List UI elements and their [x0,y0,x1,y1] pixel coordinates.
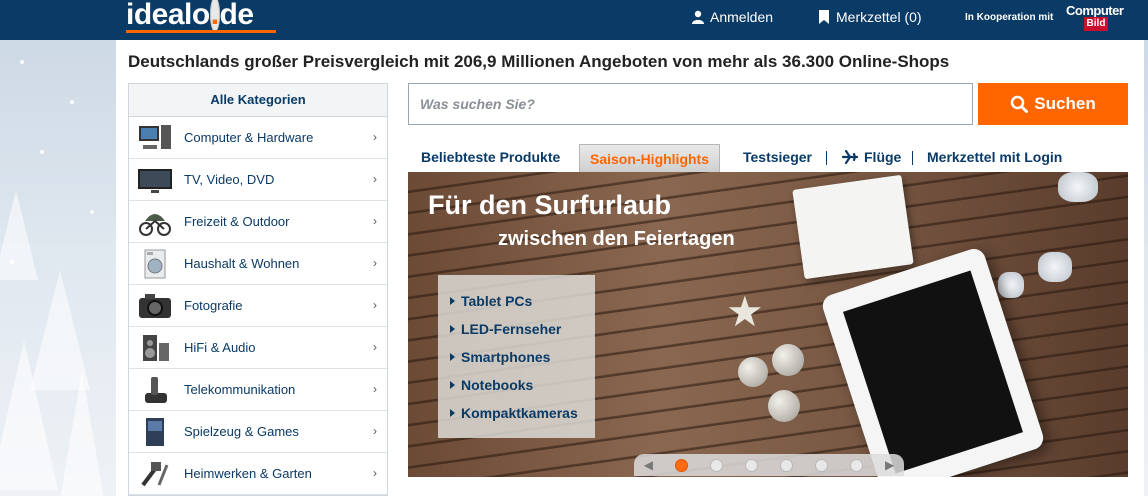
star-ornament-image: ★ [726,288,764,335]
category-freizeit-outdoor[interactable]: Freizeit & Outdoor › [129,201,387,243]
category-spielzeug-games[interactable]: Spielzeug & Games › [129,411,387,453]
washing-machine-icon [136,249,174,279]
arrow-right-icon [450,353,455,361]
carousel-dot[interactable] [780,458,793,472]
tab-separator [826,151,827,165]
arrow-right-icon [450,325,455,333]
carousel-next-icon[interactable]: ▶ [885,458,894,472]
chevron-right-icon: › [373,466,377,480]
category-hifi-audio[interactable]: HiFi & Audio › [129,327,387,369]
category-sidebar: Alle Kategorien Computer & Hardware › TV… [128,83,388,496]
tab-beliebteste-produkte[interactable]: Beliebteste Produkte [421,142,560,172]
tab-saison-highlights[interactable]: Saison-Highlights [579,144,720,172]
chevron-right-icon: › [373,340,377,354]
tab-bar: Beliebteste Produkte Saison-Highlights T… [408,142,1128,172]
phone-icon [136,375,174,405]
category-telekommunikation[interactable]: Telekommunikation › [129,369,387,411]
banner-link-kompaktkameras[interactable]: Kompaktkameras [438,399,595,427]
cooperation-label: In Kooperation mit [965,12,1054,23]
carousel-prev-icon[interactable]: ◀ [644,458,653,472]
login-link[interactable]: Anmelden [692,9,773,25]
category-heimwerken-garten[interactable]: Heimwerken & Garten › [129,453,387,495]
banner-link-notebooks[interactable]: Notebooks [438,371,595,399]
arrow-right-icon [450,297,455,305]
tab-merkzettel-login[interactable]: Merkzettel mit Login [927,142,1062,172]
ornament-ball-image [768,390,800,422]
carousel-dot[interactable] [710,458,723,472]
search-input[interactable] [409,84,972,124]
idealo-logo[interactable]: idealo.de [126,0,254,34]
arrow-right-icon [450,381,455,389]
search-box [408,83,973,125]
speaker-icon [136,333,174,363]
all-categories-header[interactable]: Alle Kategorien [129,84,387,117]
page-headline: Deutschlands großer Preisvergleich mit 2… [128,52,950,71]
banner-link-tablet-pcs[interactable]: Tablet PCs [438,287,595,315]
pine-cone-image [998,272,1024,298]
main-content: Deutschlands großer Preisvergleich mit 2… [116,40,1144,496]
search-icon [1011,95,1029,113]
wishlist-link[interactable]: Merkzettel (0) [818,9,922,25]
chevron-right-icon: › [373,256,377,270]
bookmark-icon [819,10,829,24]
carousel-dot[interactable] [745,458,758,472]
chevron-right-icon: › [373,214,377,228]
pine-cone-image [1038,252,1072,282]
bicycle-icon [136,207,174,237]
computer-icon [136,123,174,153]
carousel-dot[interactable] [815,458,828,472]
category-haushalt-wohnen[interactable]: Haushalt & Wohnen › [129,243,387,285]
carousel-dot[interactable] [675,458,688,472]
promo-banner[interactable]: ★ Für den Surfurlaub zwischen den Feiert… [408,172,1128,477]
category-tv-video-dvd[interactable]: TV, Video, DVD › [129,159,387,201]
tv-icon [136,165,174,195]
tools-icon [136,459,174,489]
banner-link-list: Tablet PCs LED-Fernseher Smartphones Not… [438,275,595,438]
camera-icon [136,291,174,321]
tab-testsieger[interactable]: Testsieger [743,142,812,172]
winter-background-left [0,40,116,496]
category-computer-hardware[interactable]: Computer & Hardware › [129,117,387,159]
ornament-ball-image [738,357,768,387]
search-button[interactable]: Suchen [978,83,1128,125]
carousel-controls: ◀ ▶ [634,454,904,476]
banner-subtitle: zwischen den Feiertagen [498,228,735,250]
chevron-right-icon: › [373,172,377,186]
game-icon [136,417,174,447]
tab-separator [912,151,913,165]
chevron-right-icon: › [373,424,377,438]
chevron-right-icon: › [373,298,377,312]
top-header: idealo.de Anmelden Merkzettel (0) In Koo… [0,0,1148,40]
banner-link-smartphones[interactable]: Smartphones [438,343,595,371]
airplane-icon [842,150,858,164]
logo-underline [126,30,276,33]
gift-box-image [792,174,914,280]
chevron-right-icon: › [373,382,377,396]
ornament-ball-image [772,344,804,376]
tab-fluege[interactable]: Flüge [842,142,901,172]
banner-title: Für den Surfurlaub [428,190,671,220]
user-icon [692,10,704,24]
arrow-right-icon [450,409,455,417]
chevron-right-icon: › [373,130,377,144]
banner-link-led-fernseher[interactable]: LED-Fernseher [438,315,595,343]
carousel-dot[interactable] [850,458,863,472]
computer-bild-logo[interactable]: Computer Bild [1066,3,1126,33]
category-fotografie[interactable]: Fotografie › [129,285,387,327]
pine-cone-image [1058,172,1098,202]
